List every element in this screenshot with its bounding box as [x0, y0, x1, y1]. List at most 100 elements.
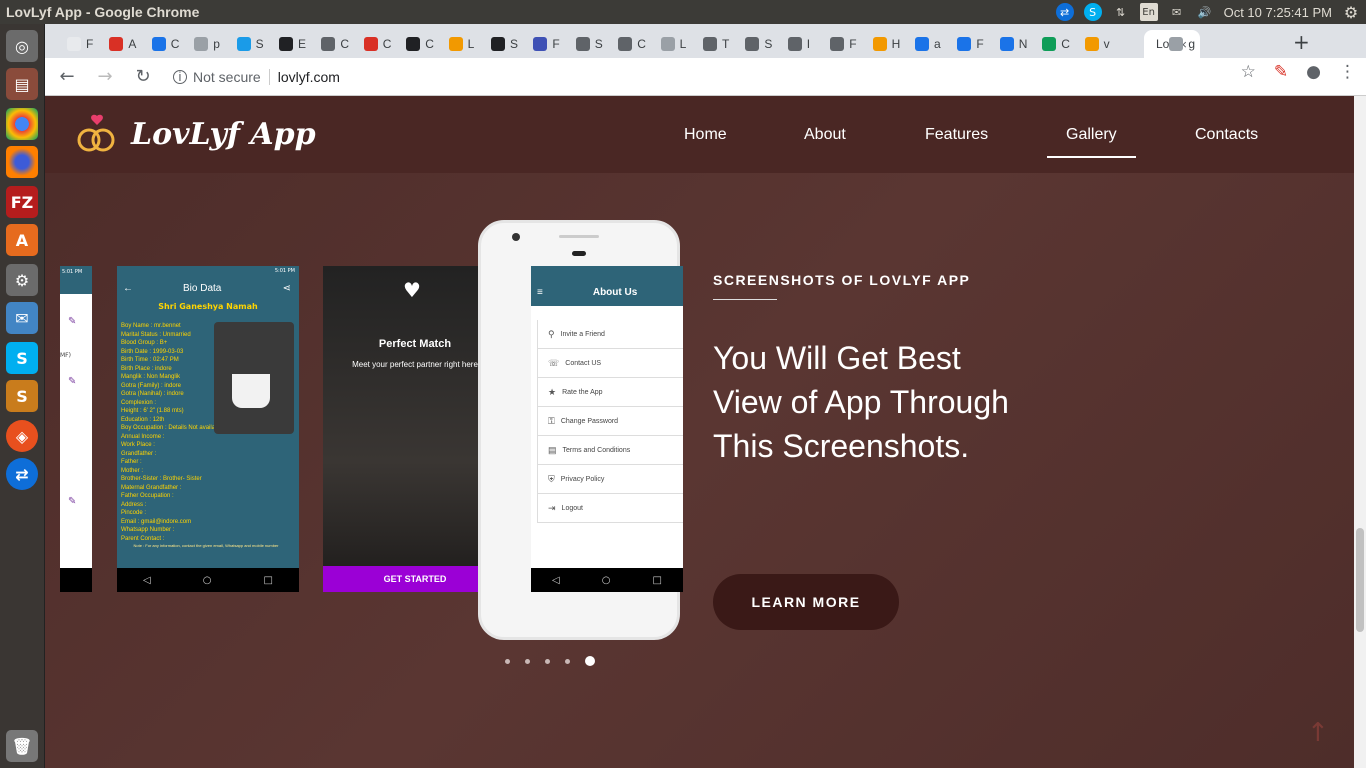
tab-item[interactable]: F: [818, 30, 857, 58]
biodata-line: Work Place :: [121, 442, 155, 448]
tab-item[interactable]: A: [97, 30, 136, 58]
back-arrow-icon[interactable]: ←: [51, 61, 83, 93]
tab-label: C: [340, 37, 350, 51]
system-settings-icon[interactable]: ⚙: [6, 264, 38, 296]
screenshot-biodata[interactable]: 5:01 PM ← Bio Data ⋖ Shri Ganeshya Namah…: [117, 266, 299, 592]
account-icon[interactable]: ●: [1306, 62, 1321, 82]
carousel-dot[interactable]: [525, 658, 530, 664]
filezilla-icon[interactable]: FZ: [6, 186, 38, 218]
info-icon[interactable]: i: [173, 69, 187, 84]
skype-icon[interactable]: S: [6, 342, 38, 374]
new-tab-button[interactable]: +: [1293, 30, 1310, 54]
tab-item[interactable]: N: [988, 30, 1027, 58]
carousel-dot[interactable]: [505, 658, 510, 664]
mail-client-icon[interactable]: ✉: [6, 302, 38, 334]
extension-icon[interactable]: ✎: [1274, 62, 1288, 82]
tab-item[interactable]: p: [182, 30, 220, 58]
star-icon[interactable]: ☆: [1241, 62, 1256, 82]
about-menu-item: ⛨ Privacy Policy: [538, 465, 683, 494]
tab-item[interactable]: C: [394, 30, 434, 58]
address-bar: ← → ↻ i Not secure lovlyf.com ☆ ✎ ● ⋮: [45, 58, 1366, 96]
tab-item[interactable]: F: [945, 30, 984, 58]
tab-item[interactable]: F: [55, 30, 93, 58]
tab-item[interactable]: S: [479, 30, 518, 58]
biodata-line: Brother-Sister : Brother- Sister: [121, 476, 202, 482]
tab-label: S: [594, 37, 603, 51]
carousel-dot[interactable]: [585, 656, 595, 666]
site-navbar: LovLyf App Home About Features Gallery C…: [45, 96, 1354, 173]
trash-icon[interactable]: 🗑: [6, 730, 38, 762]
tab-item[interactable]: C: [606, 30, 646, 58]
tab-item[interactable]: v: [1073, 30, 1110, 58]
toolbar-actions: ☆ ✎ ● ⋮: [1241, 62, 1356, 82]
biodata-status: 5:01 PM: [274, 268, 295, 274]
tab-item[interactable]: S: [564, 30, 603, 58]
tab-favicon-icon: [109, 37, 124, 51]
network-arrows-icon[interactable]: ⇅: [1112, 3, 1130, 21]
chrome-icon[interactable]: [6, 108, 38, 140]
files-icon[interactable]: ▤: [6, 68, 38, 100]
screenshot-about-us[interactable]: ≡ About Us ⚲ Invite a Friend ☏ Contact US ★ R…: [531, 266, 683, 592]
tab-item[interactable]: H: [861, 30, 900, 58]
biodata-line: Grandfather :: [121, 450, 157, 457]
carousel-dot[interactable]: [565, 658, 570, 664]
nav-contacts[interactable]: Contacts: [1195, 126, 1258, 144]
page-scrollbar[interactable]: [1354, 96, 1366, 768]
mail-icon[interactable]: ✉: [1168, 3, 1186, 21]
about-item-icon: ★: [548, 386, 557, 397]
omnibox[interactable]: i Not secure lovlyf.com: [173, 68, 340, 85]
tab-item[interactable]: g: [1157, 30, 1195, 58]
pencil-icon: ✎: [68, 376, 77, 387]
tab-item[interactable]: E: [267, 30, 306, 58]
nav-gallery[interactable]: Gallery: [1047, 126, 1136, 158]
nav-home[interactable]: Home: [684, 126, 727, 144]
menu-dots-icon[interactable]: ⋮: [1339, 62, 1356, 82]
biodata-line: Father Occupation :: [121, 493, 174, 499]
tab-item[interactable]: T: [691, 30, 729, 58]
gear-icon[interactable]: ⚙: [1342, 3, 1360, 22]
tab-item[interactable]: F: [521, 30, 560, 58]
tab-label: S: [255, 37, 264, 51]
nav-features[interactable]: Features: [925, 126, 988, 144]
scrollbar-thumb[interactable]: [1356, 528, 1364, 632]
scroll-top-arrow-icon[interactable]: ↑: [1307, 718, 1329, 748]
tab-favicon-icon: [67, 37, 81, 51]
tab-favicon-icon: [787, 37, 802, 51]
tab-favicon-icon: [236, 37, 251, 51]
tab-item[interactable]: a: [903, 30, 941, 58]
dash-search-icon[interactable]: ◎: [6, 30, 38, 62]
tab-item[interactable]: L: [649, 30, 686, 58]
window-title: LovLyf App - Google Chrome: [6, 4, 200, 20]
biodata-line: Pincode :: [121, 510, 147, 516]
sublime-text-icon[interactable]: S: [6, 380, 38, 412]
about-item-label: Contact US: [565, 359, 602, 367]
teamviewer-icon[interactable]: ⇄: [6, 458, 38, 490]
about-item-icon: ☏: [548, 357, 560, 368]
tab-item[interactable]: C: [352, 30, 391, 58]
tab-item[interactable]: S: [733, 30, 772, 58]
software-center-icon[interactable]: A: [6, 224, 38, 256]
tab-item[interactable]: C: [309, 30, 349, 58]
firefox-icon[interactable]: [6, 146, 38, 178]
learn-more-button[interactable]: LEARN MORE: [713, 574, 899, 630]
tab-item[interactable]: I: [776, 30, 810, 58]
volume-icon[interactable]: 🔊: [1196, 3, 1214, 21]
tab-item[interactable]: S: [225, 30, 264, 58]
tab-favicon-icon: [703, 37, 717, 51]
tab-item[interactable]: C: [1030, 30, 1070, 58]
reload-icon[interactable]: ↻: [127, 61, 159, 93]
nav-about[interactable]: About: [804, 126, 846, 144]
tab-item[interactable]: L: [437, 30, 474, 58]
tab-item[interactable]: C: [140, 30, 179, 58]
url-text[interactable]: lovlyf.com: [268, 68, 340, 85]
screenshot-partial[interactable]: 5:01 PM MF) ✎ ✎ ✎: [60, 266, 92, 592]
compass-icon[interactable]: ◈: [6, 420, 38, 452]
clock[interactable]: Oct 10 7:25:41 PM: [1224, 5, 1332, 20]
skype-tray-icon[interactable]: S: [1083, 3, 1102, 21]
keyboard-layout-indicator[interactable]: En: [1139, 3, 1158, 21]
forward-arrow-icon[interactable]: →: [89, 61, 121, 93]
teamviewer-tray-icon[interactable]: ⇄: [1055, 3, 1074, 21]
carousel-dot[interactable]: [545, 658, 550, 664]
site-logo[interactable]: LovLyf App: [75, 114, 316, 154]
tab-favicon-icon: [1042, 37, 1057, 51]
